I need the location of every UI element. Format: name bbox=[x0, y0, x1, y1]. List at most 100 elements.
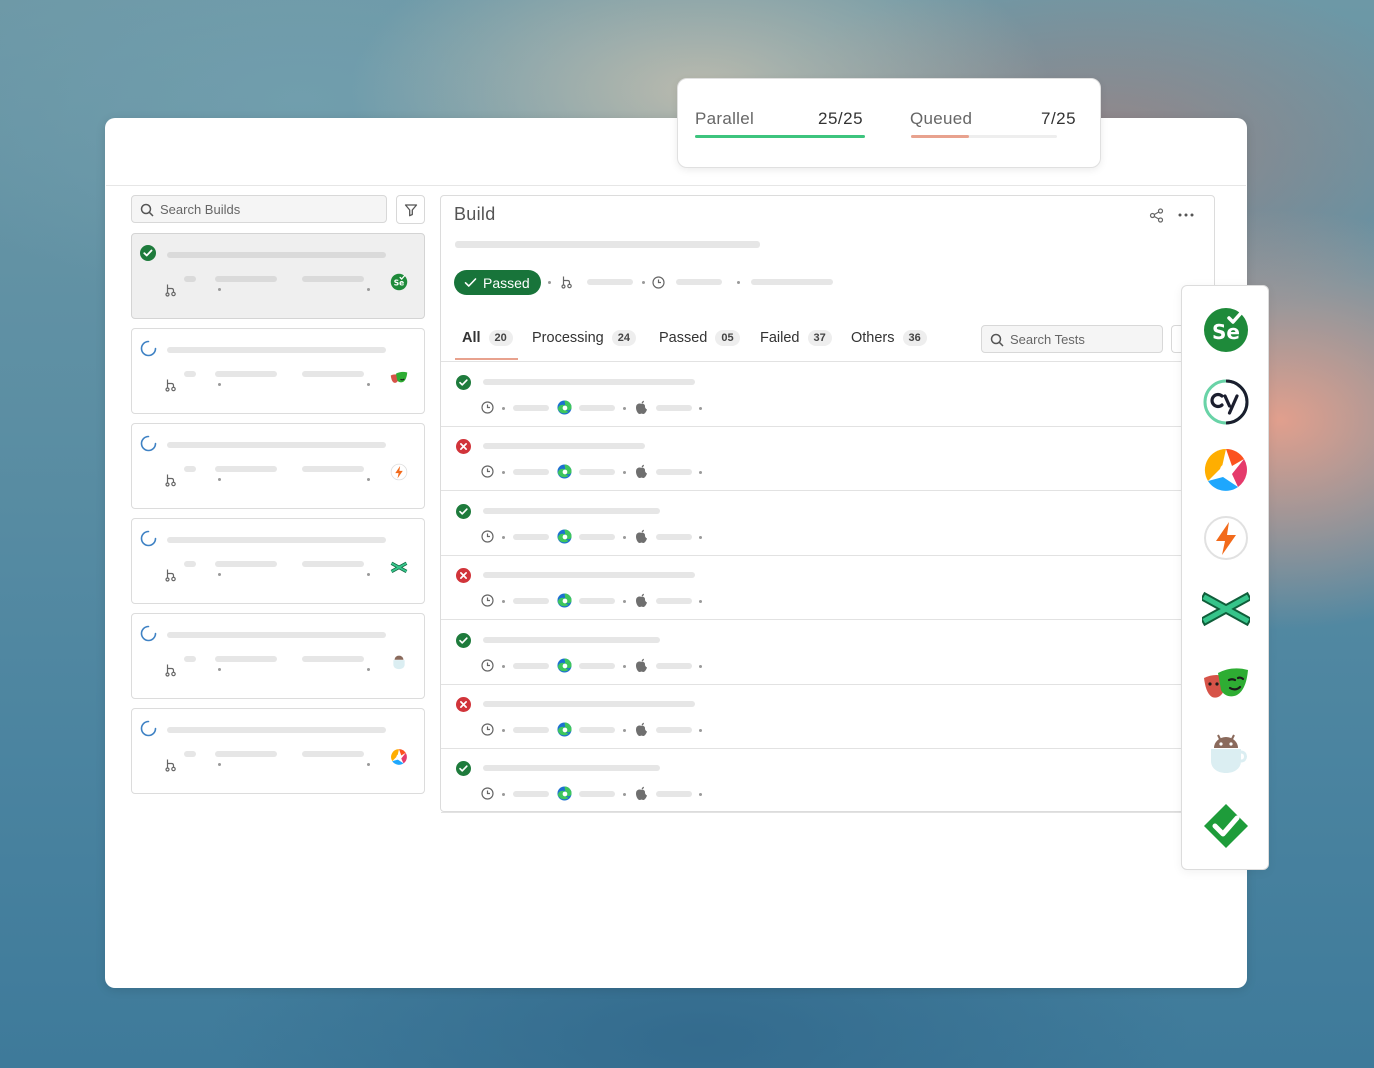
svg-text:Se: Se bbox=[394, 278, 405, 287]
edge-browser-icon bbox=[557, 786, 572, 806]
build-card[interactable] bbox=[131, 518, 425, 604]
browser-version-placeholder bbox=[579, 727, 615, 733]
separator-dot bbox=[699, 600, 702, 604]
build-card[interactable] bbox=[131, 613, 425, 699]
apple-icon bbox=[635, 786, 648, 806]
separator-dot bbox=[623, 600, 626, 604]
apple-icon bbox=[635, 722, 648, 742]
separator-dot bbox=[623, 793, 626, 797]
test-row[interactable] bbox=[441, 556, 1181, 621]
failed-status-icon bbox=[456, 697, 471, 717]
passed-status-icon bbox=[456, 503, 471, 524]
test-filter-button[interactable] bbox=[1171, 325, 1181, 353]
separator-dot bbox=[367, 668, 370, 671]
search-builds-field[interactable] bbox=[131, 195, 387, 223]
placeholder bbox=[184, 371, 196, 377]
test-row[interactable] bbox=[441, 621, 1181, 685]
test-row[interactable] bbox=[441, 685, 1181, 749]
apple-icon bbox=[635, 658, 648, 678]
placeholder bbox=[215, 751, 277, 757]
browser-version-placeholder bbox=[579, 662, 615, 669]
build-title-placeholder bbox=[167, 252, 386, 258]
espresso-icon[interactable] bbox=[1202, 730, 1250, 778]
test-name-placeholder bbox=[483, 765, 660, 772]
test-row[interactable] bbox=[441, 749, 1181, 814]
browser-version-placeholder bbox=[579, 469, 615, 476]
testcafe-icon bbox=[390, 558, 408, 581]
separator-dot bbox=[218, 763, 221, 766]
lightning-icon bbox=[390, 463, 408, 486]
selenium-icon: Se bbox=[390, 273, 408, 296]
separator-dot bbox=[699, 729, 702, 732]
separator-dot bbox=[502, 407, 505, 410]
filter-button[interactable] bbox=[396, 195, 425, 224]
build-card[interactable] bbox=[131, 708, 425, 794]
tab-failed[interactable]: Failed 37 bbox=[760, 330, 832, 346]
separator-dot bbox=[623, 535, 626, 539]
tab-passed[interactable]: Passed 05 bbox=[659, 330, 740, 346]
duration-placeholder bbox=[513, 405, 549, 411]
tab-count: 20 bbox=[488, 330, 513, 346]
tab-label: Failed bbox=[760, 330, 800, 346]
branch-icon bbox=[164, 473, 178, 492]
separator-dot bbox=[699, 407, 702, 410]
test-row[interactable] bbox=[441, 363, 1181, 427]
tab-others[interactable]: Others 36 bbox=[851, 330, 927, 346]
placeholder bbox=[184, 561, 196, 567]
branch-icon bbox=[164, 378, 178, 397]
chromatic-icon[interactable] bbox=[1202, 446, 1250, 494]
duration-placeholder bbox=[676, 279, 722, 285]
branch-icon bbox=[164, 758, 178, 777]
testcafe-icon[interactable] bbox=[1202, 584, 1250, 632]
build-card[interactable] bbox=[131, 328, 425, 414]
edge-browser-icon bbox=[557, 464, 572, 484]
separator-dot bbox=[623, 729, 626, 732]
more-options-icon[interactable] bbox=[1177, 212, 1195, 218]
separator-dot bbox=[548, 281, 551, 284]
playwright-icon[interactable] bbox=[1202, 658, 1250, 706]
separator-dot bbox=[218, 573, 221, 576]
tab-label: All bbox=[462, 330, 481, 346]
search-builds-input[interactable] bbox=[160, 202, 370, 217]
placeholder bbox=[184, 276, 196, 282]
separator-dot bbox=[699, 535, 702, 539]
lightning-icon[interactable] bbox=[1202, 514, 1250, 562]
separator-dot bbox=[502, 664, 505, 668]
svg-text:Se: Se bbox=[1212, 320, 1240, 344]
clock-icon bbox=[481, 658, 494, 677]
test-row[interactable] bbox=[441, 427, 1181, 492]
placeholder bbox=[302, 466, 364, 472]
passed-status-icon bbox=[456, 375, 471, 395]
placeholder bbox=[302, 751, 364, 757]
queued-progress-fill bbox=[911, 135, 970, 138]
separator-dot bbox=[502, 793, 505, 797]
tab-count: 05 bbox=[715, 330, 740, 346]
build-card[interactable]: Se bbox=[131, 233, 425, 319]
placeholder bbox=[215, 276, 277, 282]
checkmark-icon[interactable] bbox=[1202, 802, 1250, 850]
search-tests-input[interactable] bbox=[1010, 332, 1150, 347]
cypress-icon[interactable] bbox=[1202, 378, 1250, 426]
clock-icon bbox=[481, 401, 494, 419]
timestamp-placeholder bbox=[751, 279, 833, 285]
share-icon[interactable] bbox=[1149, 208, 1164, 223]
build-card[interactable] bbox=[131, 423, 425, 509]
browser-version-placeholder bbox=[579, 598, 615, 605]
separator-dot bbox=[218, 668, 221, 671]
os-version-placeholder bbox=[656, 598, 692, 605]
tab-processing[interactable]: Processing 24 bbox=[532, 330, 636, 346]
loading-spinner-icon bbox=[140, 625, 157, 647]
filter-icon bbox=[404, 203, 417, 216]
placeholder bbox=[302, 371, 364, 377]
search-tests-field[interactable] bbox=[981, 325, 1163, 353]
duration-placeholder bbox=[513, 469, 549, 476]
edge-browser-icon bbox=[557, 722, 572, 742]
build-title-placeholder bbox=[167, 442, 386, 448]
test-row[interactable] bbox=[441, 492, 1181, 556]
tab-all[interactable]: All 20 bbox=[462, 330, 513, 346]
selenium-icon[interactable]: Se bbox=[1202, 306, 1250, 354]
placeholder bbox=[302, 561, 364, 567]
check-icon bbox=[464, 278, 477, 287]
concurrency-stats-card: Parallel 25/25 Queued 7/25 bbox=[677, 78, 1101, 168]
clock-icon bbox=[481, 787, 494, 805]
